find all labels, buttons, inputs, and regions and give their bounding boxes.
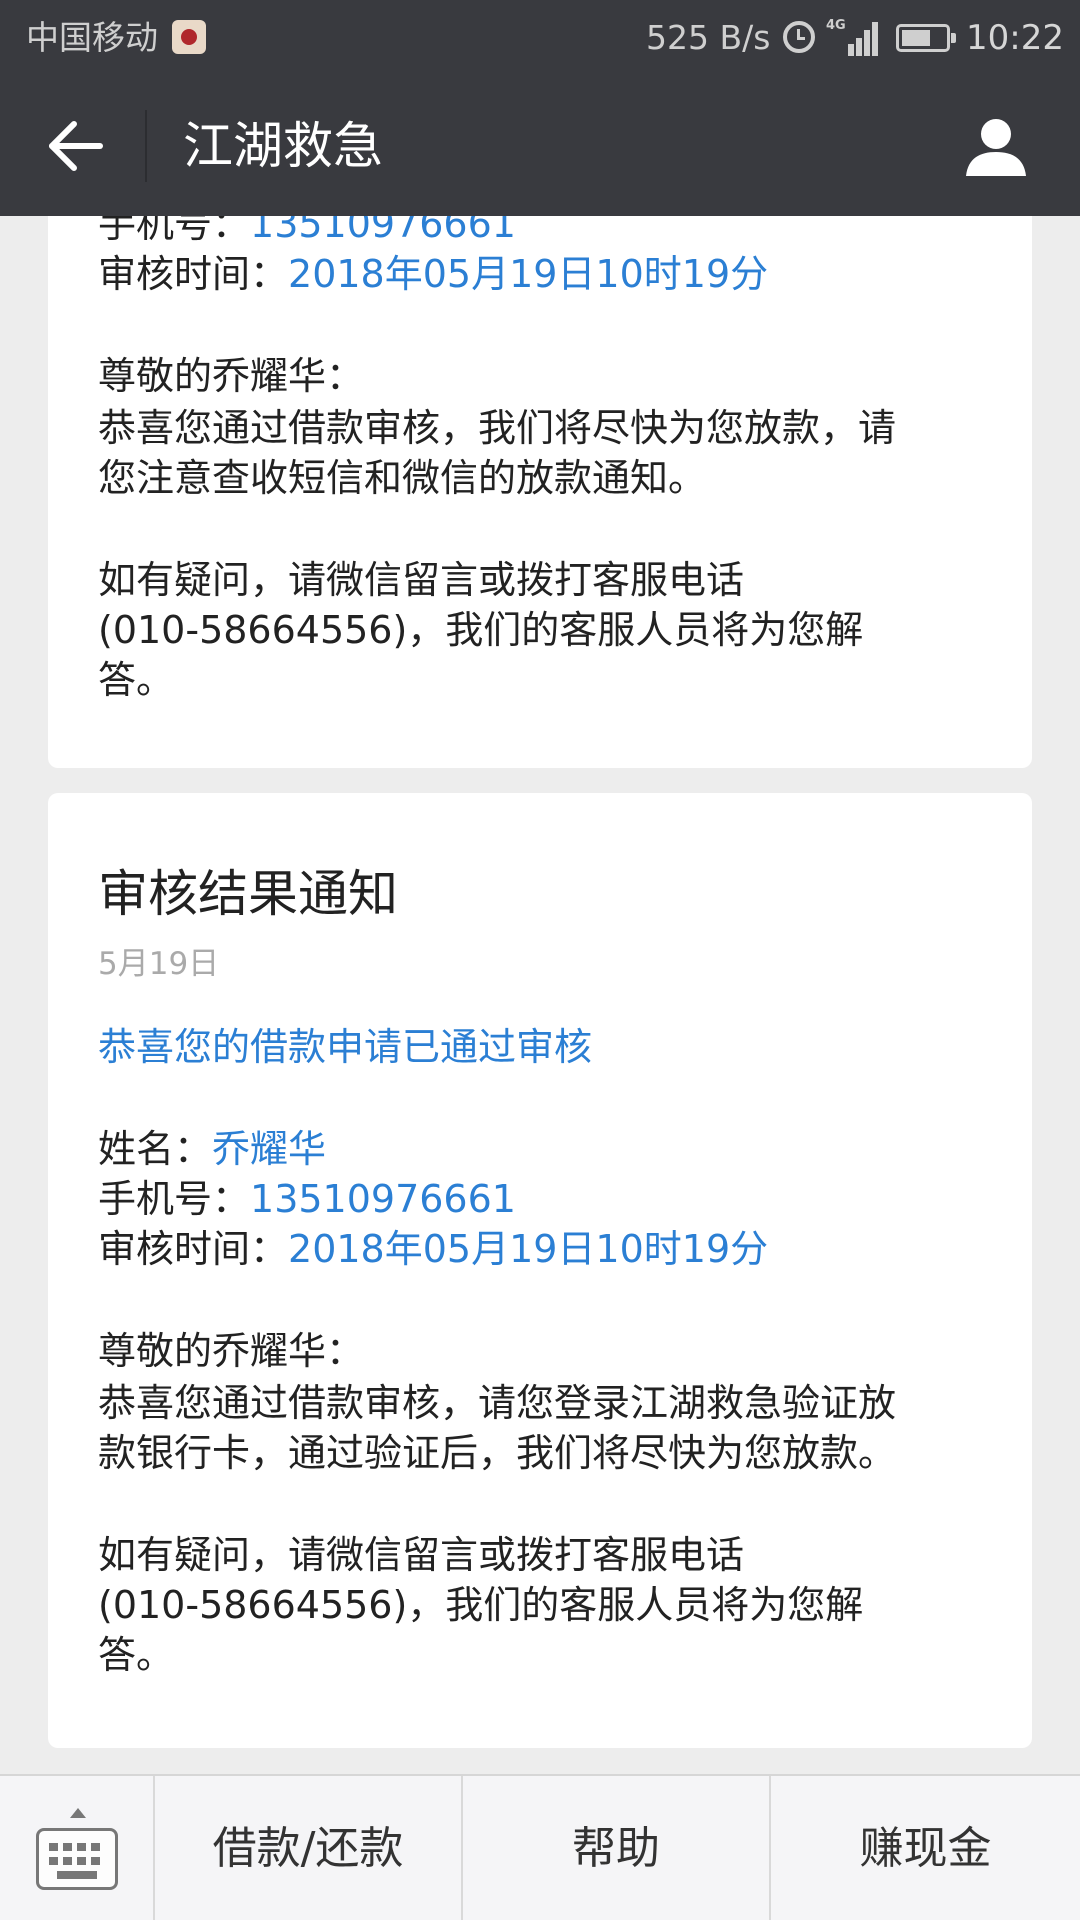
keyboard-icon [36, 1828, 118, 1890]
keyboard-key [91, 1843, 100, 1851]
carrier-app-icon [172, 20, 206, 54]
audit-time-value: 2018年05月19日10时19分 [288, 1227, 769, 1271]
signal-bar [848, 44, 854, 56]
keyboard-toggle-button[interactable] [0, 1776, 155, 1920]
caret-up-icon [70, 1808, 86, 1818]
help-text-line: (010-58664556)，我们的客服人员将为您解 [98, 1583, 864, 1627]
message-body-line: 您注意查收短信和微信的放款通知。 [98, 456, 707, 500]
keyboard-spacebar [57, 1871, 97, 1879]
name-value: 乔耀华 [212, 1127, 327, 1171]
notification-title: 审核结果通知 [98, 865, 398, 923]
menu-item-help[interactable]: 帮助 [463, 1776, 771, 1920]
signal-bar [864, 30, 870, 56]
audit-time-value: 2018年05月19日10时19分 [288, 252, 769, 296]
status-bar: 中国移动 525 B/s 4G 10:22 [0, 0, 1080, 76]
network-type: 4G [826, 18, 846, 33]
help-text-line: (010-58664556)，我们的客服人员将为您解 [98, 608, 864, 652]
help-text-line: 如有疑问，请微信留言或拨打客服电话 [98, 1533, 745, 1577]
signal-bar [872, 22, 878, 56]
message-card: 手机号：13510976661 审核时间：2018年05月19日10时19分 尊… [48, 168, 1032, 768]
greeting: 尊敬的乔耀华： [98, 354, 365, 398]
menu-item-loan-repay[interactable]: 借款/还款 [155, 1776, 463, 1920]
notification-headline: 恭喜您的借款申请已通过审核 [98, 1025, 593, 1069]
nav-divider [145, 110, 147, 182]
keyboard-key [63, 1843, 72, 1851]
keyboard-key [63, 1857, 72, 1865]
keyboard-key [91, 1857, 100, 1865]
audit-time-label: 审核时间： [98, 252, 289, 296]
notification-date: 5月19日 [98, 946, 220, 982]
page-title: 江湖救急 [183, 117, 383, 175]
greeting: 尊敬的乔耀华： [98, 1329, 365, 1373]
help-text-line: 答。 [98, 1633, 175, 1677]
message-body-line: 款银行卡，通过验证后，我们将尽快为您放款。 [98, 1431, 897, 1475]
message-body-line: 恭喜您通过借款审核，我们将尽快为您放款，请 [98, 406, 897, 450]
phone-row: 手机号：13510976661 [98, 1173, 516, 1225]
bottom-menu: 借款/还款 帮助 赚现金 [0, 1774, 1080, 1920]
signal-icon: 4G [826, 18, 882, 56]
audit-time-label: 审核时间： [98, 1227, 289, 1271]
audit-time-row: 审核时间：2018年05月19日10时19分 [98, 1223, 768, 1275]
phone-value[interactable]: 13510976661 [250, 1177, 516, 1221]
help-text-line: 如有疑问，请微信留言或拨打客服电话 [98, 558, 745, 602]
network-speed: 525 B/s [646, 18, 771, 57]
menu-item-earn-cash[interactable]: 赚现金 [771, 1776, 1080, 1920]
message-body-line: 恭喜您通过借款审核，请您登录江湖救急验证放 [98, 1381, 897, 1425]
name-row: 姓名：乔耀华 [98, 1123, 326, 1175]
carrier-name: 中国移动 [26, 18, 158, 57]
back-arrow-icon[interactable] [44, 114, 108, 178]
name-label: 姓名： [98, 1127, 213, 1171]
keyboard-key [49, 1843, 58, 1851]
keyboard-key [49, 1857, 58, 1865]
clock: 10:22 [966, 18, 1064, 58]
phone-label: 手机号： [98, 1177, 251, 1221]
audit-time-row: 审核时间：2018年05月19日10时19分 [98, 248, 768, 300]
keyboard-key [77, 1843, 86, 1851]
nav-bar: 江湖救急 [0, 76, 1080, 216]
alarm-icon [783, 21, 815, 53]
user-profile-icon[interactable] [962, 112, 1030, 180]
message-card: 审核结果通知 5月19日 恭喜您的借款申请已通过审核 姓名：乔耀华 手机号：13… [48, 793, 1032, 1748]
help-text-line: 答。 [98, 658, 175, 702]
keyboard-key [77, 1857, 86, 1865]
signal-bar [856, 38, 862, 56]
battery-icon [896, 24, 956, 52]
